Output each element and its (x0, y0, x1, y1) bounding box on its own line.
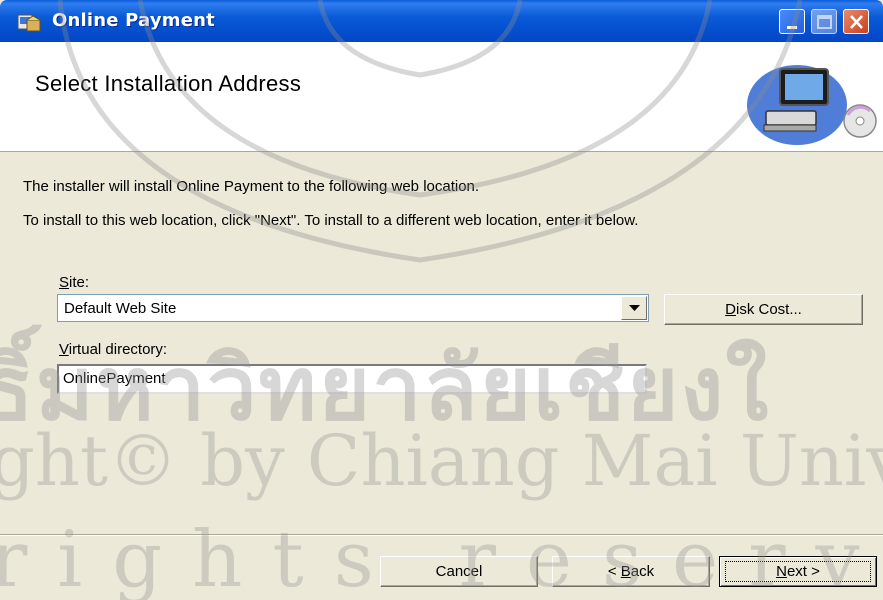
site-label: Site: (59, 274, 90, 291)
minimize-button[interactable] (779, 9, 805, 34)
cancel-button[interactable]: Cancel (380, 556, 538, 587)
content-area: The installer will install Online Paymen… (0, 153, 883, 600)
site-combobox-value: Default Web Site (64, 300, 177, 317)
disk-cost-button[interactable]: Disk Cost... (664, 294, 863, 325)
instruction-line-1: The installer will install Online Paymen… (23, 178, 480, 195)
window-title: Online Payment (52, 10, 215, 31)
next-button[interactable]: Next > (719, 556, 877, 587)
instruction-line-2: To install to this web location, click "… (23, 212, 639, 229)
virtual-directory-input[interactable]: OnlinePayment (57, 364, 647, 394)
installer-app-icon (16, 11, 42, 33)
title-bar[interactable]: Online Payment (0, 0, 883, 42)
combo-dropdown-button[interactable] (621, 296, 647, 320)
site-combobox[interactable]: Default Web Site (57, 294, 649, 322)
maximize-button[interactable] (811, 9, 837, 34)
page-title: Select Installation Address (35, 71, 302, 96)
close-button[interactable] (843, 9, 869, 34)
computer-cd-icon (742, 55, 883, 147)
virtual-directory-value: OnlinePayment (63, 370, 166, 387)
focus-rectangle (725, 561, 871, 582)
virtual-directory-label: Virtual directory: (59, 341, 168, 358)
back-button[interactable]: < Back (552, 556, 710, 587)
installer-window: Online Payment Select Installation Addre… (0, 0, 883, 600)
footer-separator (0, 534, 883, 536)
chevron-down-icon (629, 305, 640, 311)
